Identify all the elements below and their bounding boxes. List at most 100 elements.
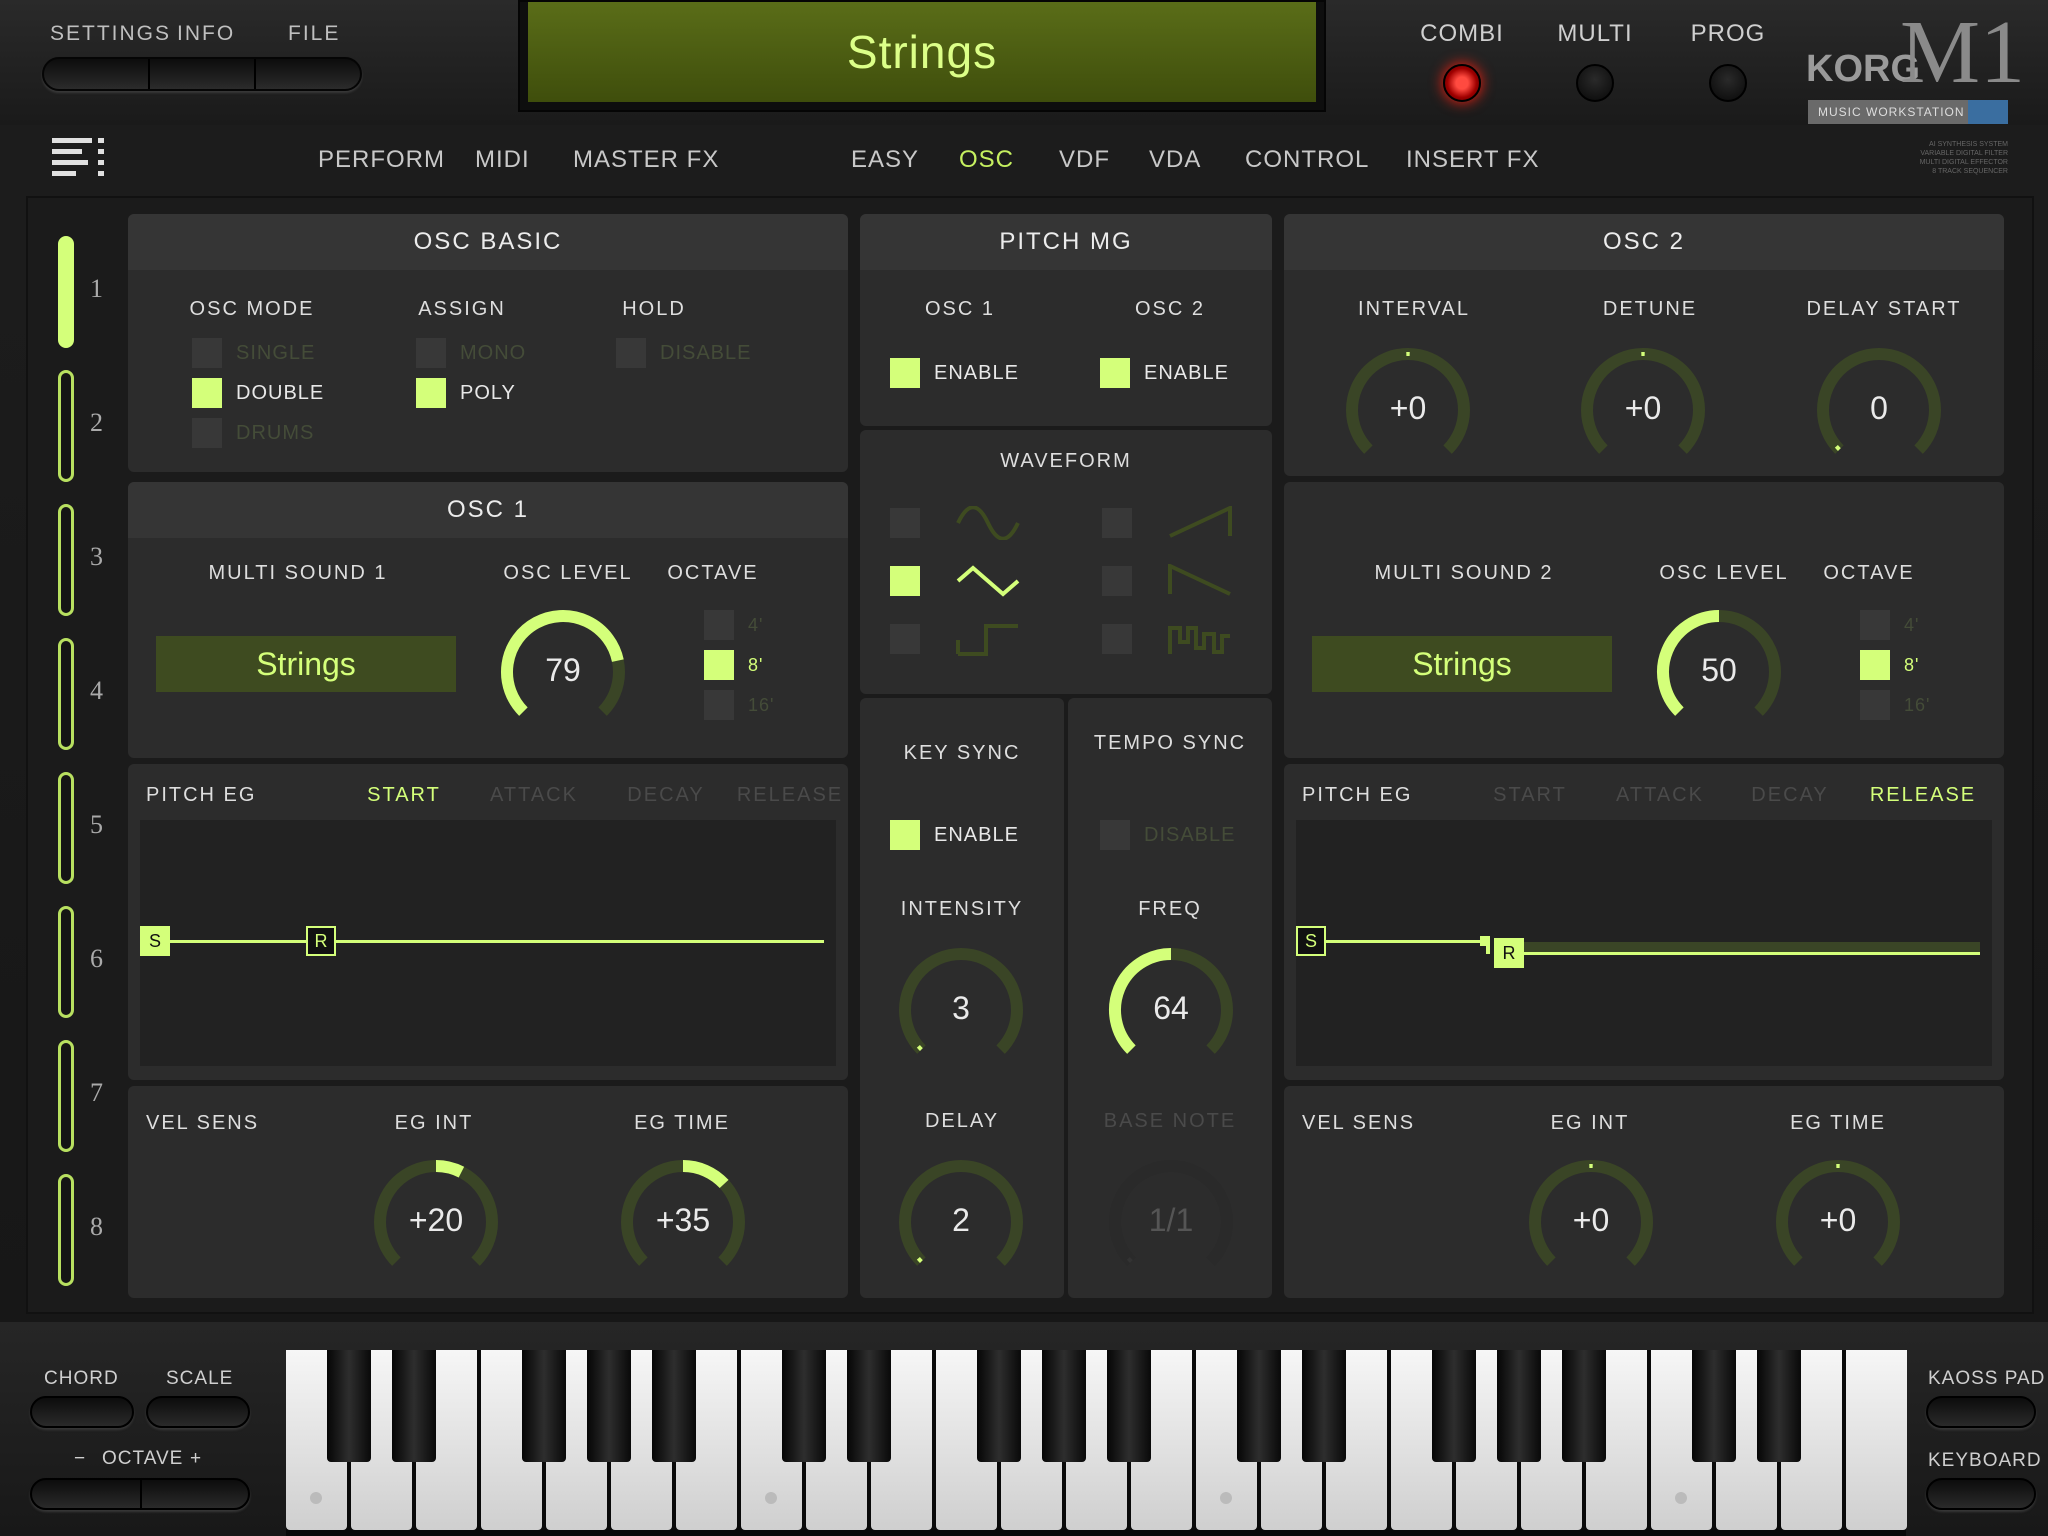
black-key[interactable] [652,1350,696,1462]
black-key[interactable] [977,1350,1021,1462]
osc1-octave-4-check[interactable] [704,610,734,640]
pitch-mg-osc1-enable[interactable]: ENABLE [934,362,1019,385]
tab-control[interactable]: CONTROL [1245,146,1369,174]
program-display[interactable]: Strings [518,0,1326,112]
black-key[interactable] [1302,1350,1346,1462]
osc2-octave-4-check[interactable] [1860,610,1890,640]
chord-button[interactable] [30,1396,134,1428]
mode-multi-button[interactable] [1576,64,1614,102]
waveform-saw-down-check[interactable] [1102,566,1132,596]
osc-mode-drums[interactable]: DRUMS [236,422,314,445]
osc2-eg-r-marker[interactable]: R [1494,938,1524,968]
waveform-saw-up-check[interactable] [1102,508,1132,538]
osc1-eg-graph[interactable]: S R [140,820,836,1066]
osc1-eg-tab-decay[interactable]: DECAY [606,784,726,807]
osc1-eg-tab-attack[interactable]: ATTACK [474,784,594,807]
black-key[interactable] [1757,1350,1801,1462]
black-key[interactable] [1692,1350,1736,1462]
osc2-eg-tab-start[interactable]: START [1470,784,1590,807]
track-slot-3[interactable] [58,504,74,616]
pitch-mg-osc2-enable[interactable]: ENABLE [1144,362,1229,385]
osc2-octave-8[interactable]: 8' [1904,655,1919,676]
track-slot-5[interactable] [58,772,74,884]
osc2-eg-graph[interactable]: S R [1296,820,1992,1066]
tab-vdf[interactable]: VDF [1059,146,1110,174]
waveform-square-check[interactable] [890,624,920,654]
waveform-sine-check[interactable] [890,508,920,538]
osc2-eg-s-marker[interactable]: S [1296,926,1326,956]
track-slot-7[interactable] [58,1040,74,1152]
black-key[interactable] [1497,1350,1541,1462]
menu-settings[interactable]: SETTINGS [50,22,171,46]
tempo-sync-disable[interactable]: DISABLE [1144,824,1235,847]
osc-mode-drums-check[interactable] [192,418,222,448]
black-key[interactable] [847,1350,891,1462]
black-key[interactable] [782,1350,826,1462]
black-key[interactable] [587,1350,631,1462]
multisound1-selector[interactable]: Strings [156,636,456,692]
osc1-eg-r-marker[interactable]: R [306,926,336,956]
key-sync-check[interactable] [890,820,920,850]
list-menu-icon[interactable] [52,136,108,180]
track-slot-6[interactable] [58,906,74,1018]
hold-disable[interactable]: DISABLE [660,342,751,365]
white-key[interactable] [1846,1350,1907,1530]
osc2-octave-16[interactable]: 16' [1904,695,1930,716]
tab-midi[interactable]: MIDI [475,146,530,174]
osc1-eg-s-marker[interactable]: S [140,926,170,956]
pitch-mg-osc1-check[interactable] [890,358,920,388]
osc1-octave-16[interactable]: 16' [748,695,774,716]
black-key[interactable] [1562,1350,1606,1462]
osc1-eg-tab-release[interactable]: RELEASE [730,784,850,807]
track-slot-4[interactable] [58,638,74,750]
osc1-eg-tab-start[interactable]: START [344,784,464,807]
assign-poly-check[interactable] [416,378,446,408]
black-key[interactable] [1237,1350,1281,1462]
black-key[interactable] [327,1350,371,1462]
osc1-octave-4[interactable]: 4' [748,615,763,636]
black-key[interactable] [522,1350,566,1462]
osc2-octave-16-check[interactable] [1860,690,1890,720]
black-key[interactable] [1107,1350,1151,1462]
keyboard-button[interactable] [1926,1478,2036,1510]
osc1-octave-8-check[interactable] [704,650,734,680]
waveform-random-check[interactable] [1102,624,1132,654]
osc1-octave-8[interactable]: 8' [748,655,763,676]
scale-button[interactable] [146,1396,250,1428]
osc2-eg-tab-attack[interactable]: ATTACK [1600,784,1720,807]
tab-master-fx[interactable]: MASTER FX [573,146,719,174]
menu-button-bar[interactable] [42,57,362,91]
osc2-eg-tab-decay[interactable]: DECAY [1730,784,1850,807]
menu-file[interactable]: FILE [288,22,340,46]
tab-perform[interactable]: PERFORM [318,146,445,174]
osc-mode-single[interactable]: SINGLE [236,342,315,365]
waveform-triangle-check[interactable] [890,566,920,596]
mode-prog-button[interactable] [1709,64,1747,102]
osc2-octave-4[interactable]: 4' [1904,615,1919,636]
hold-check[interactable] [616,338,646,368]
track-slot-1[interactable] [58,236,74,348]
pitch-mg-osc2-check[interactable] [1100,358,1130,388]
multisound2-selector[interactable]: Strings [1312,636,1612,692]
track-slot-2[interactable] [58,370,74,482]
key-sync-enable[interactable]: ENABLE [934,824,1019,847]
piano-keyboard[interactable] [286,1350,1907,1536]
osc-mode-double-check[interactable] [192,378,222,408]
osc1-octave-16-check[interactable] [704,690,734,720]
black-key[interactable] [1042,1350,1086,1462]
assign-poly[interactable]: POLY [460,382,516,405]
menu-info[interactable]: INFO [177,22,235,46]
osc2-octave-8-check[interactable] [1860,650,1890,680]
assign-mono[interactable]: MONO [460,342,526,365]
tab-insert-fx[interactable]: INSERT FX [1406,146,1539,174]
mode-combi-button[interactable] [1443,64,1481,102]
octave-button[interactable] [30,1478,250,1510]
black-key[interactable] [392,1350,436,1462]
kaoss-pad-button[interactable] [1926,1396,2036,1428]
black-key[interactable] [1432,1350,1476,1462]
osc-mode-single-check[interactable] [192,338,222,368]
tab-osc[interactable]: OSC [959,146,1014,174]
tab-vda[interactable]: VDA [1149,146,1201,174]
tab-easy[interactable]: EASY [851,146,919,174]
assign-mono-check[interactable] [416,338,446,368]
